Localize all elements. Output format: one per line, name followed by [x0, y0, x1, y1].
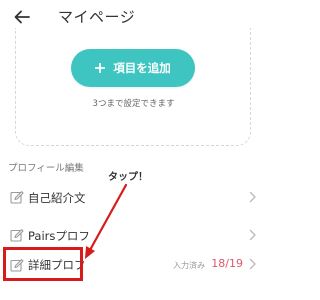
row-label: Pairsプロフ	[28, 229, 90, 243]
plus-icon	[95, 63, 106, 73]
custom-items-card	[15, 28, 251, 146]
row-label: 自己紹介文	[28, 191, 86, 205]
chevron-right-icon	[249, 258, 256, 270]
tap-annotation: タップ！	[108, 172, 148, 183]
back-button[interactable]	[12, 7, 32, 27]
profile-section-title: プロフィール編集	[8, 163, 84, 174]
edit-icon	[10, 191, 24, 204]
page-title: マイページ	[58, 8, 136, 26]
arrow-left-icon	[14, 10, 30, 24]
limit-note: 3つまで設定できます	[92, 99, 175, 109]
edit-icon	[10, 229, 24, 242]
chevron-right-icon	[249, 229, 256, 241]
progress-count: 18/19	[211, 257, 243, 270]
status-text: 入力済み	[173, 261, 205, 270]
my-page-screen: マイページ 項目を追加 3つまで設定できます プロフィール編集 自己紹介文 Pa…	[0, 0, 267, 300]
profile-row-self-intro[interactable]: 自己紹介文	[0, 180, 267, 216]
add-item-label: 項目を追加	[113, 61, 171, 75]
chevron-right-icon	[249, 191, 256, 203]
highlight-box	[3, 247, 83, 281]
add-item-button[interactable]: 項目を追加	[71, 49, 195, 87]
